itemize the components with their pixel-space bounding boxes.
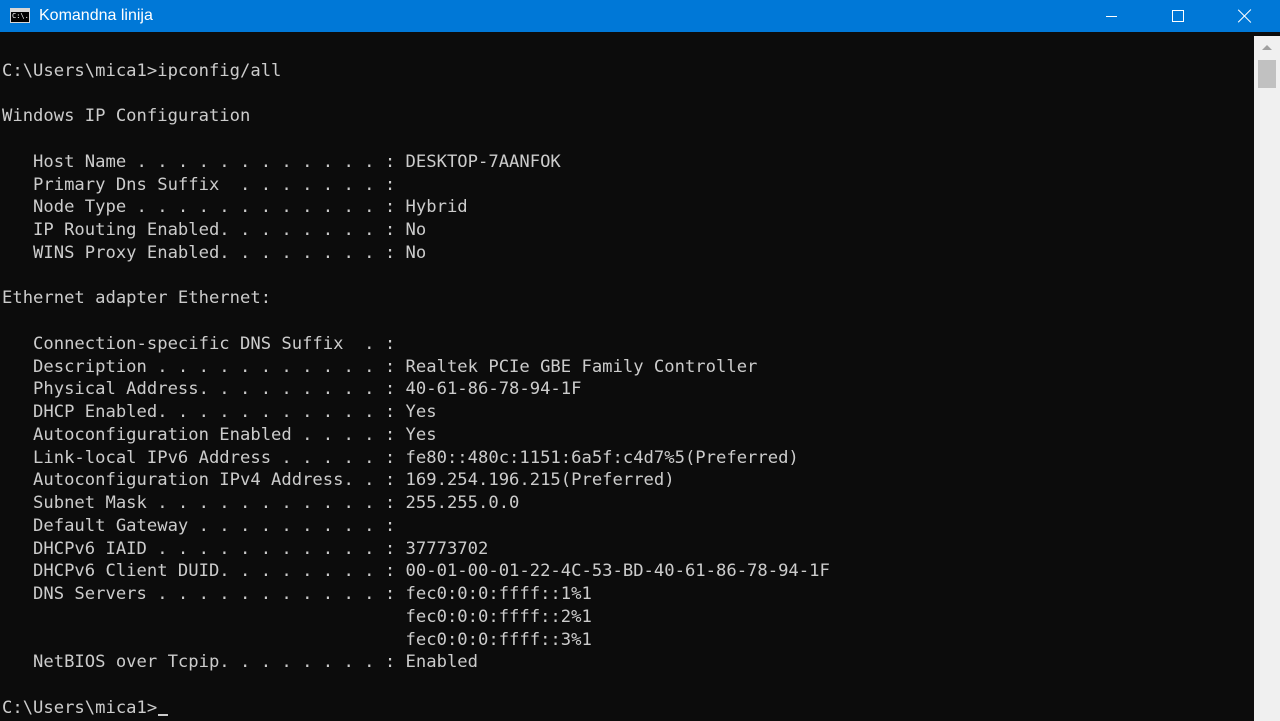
cmd-icon[interactable]: C:\. [10,8,30,23]
console-line: Description . . . . . . . . . . . : Real… [2,356,758,377]
console-line: Physical Address. . . . . . . . . : 40-6… [2,379,582,400]
console-line: Autoconfiguration IPv4 Address. . : 169.… [2,470,675,491]
maximize-button[interactable] [1155,0,1201,32]
console-line: Ethernet adapter Ethernet: [2,288,272,309]
maximize-icon [1172,10,1184,22]
title-bar[interactable]: C:\. Komandna linija [0,0,1280,32]
scrollbar-thumb[interactable] [1258,60,1276,88]
prompt-line: C:\Users\mica1> [2,697,169,719]
console-line: WINS Proxy Enabled. . . . . . . . : No [2,242,427,263]
text-cursor [158,713,169,716]
console-line: DHCPv6 IAID . . . . . . . . . . . : 3777… [2,538,489,559]
close-button[interactable] [1222,0,1268,32]
console-line: fec0:0:0:ffff::3%1 [2,629,592,650]
scroll-up-arrow-icon[interactable] [1254,36,1280,60]
console-line: DHCPv6 Client DUID. . . . . . . . : 00-0… [2,561,830,582]
console-line: Default Gateway . . . . . . . . . : [2,515,396,536]
console-line: NetBIOS over Tcpip. . . . . . . . : Enab… [2,652,478,673]
close-icon [1238,9,1252,23]
console-line: C:\Users\mica1>ipconfig/all [2,60,282,81]
vertical-scrollbar[interactable] [1254,36,1280,721]
console-line: DHCP Enabled. . . . . . . . . . . : Yes [2,402,437,422]
console-line: Subnet Mask . . . . . . . . . . . : 255.… [2,493,520,513]
console-output[interactable]: C:\Users\mica1>ipconfig/all Windows IP Co… [0,36,1254,721]
console-line: IP Routing Enabled. . . . . . . . : No [2,220,427,240]
command-prompt-window: C:\. Komandna linija C:\Users\mica1>ipco… [0,0,1280,721]
console-line: Host Name . . . . . . . . . . . . : DESK… [2,151,561,172]
minimize-icon [1105,15,1117,17]
console-line: Connection-specific DNS Suffix . : [2,333,396,354]
console-line: Primary Dns Suffix . . . . . . . : [2,174,396,195]
console-line: DNS Servers . . . . . . . . . . . : fec0… [2,584,592,604]
console-line: Node Type . . . . . . . . . . . . : Hybr… [2,197,468,218]
minimize-button[interactable] [1088,0,1134,32]
console-line: Windows IP Configuration [2,106,251,127]
console-line: fec0:0:0:ffff::2%1 [2,606,592,627]
window-title: Komandna linija [39,7,153,24]
console-line: Autoconfiguration Enabled . . . . : Yes [2,424,437,445]
console-line: Link-local IPv6 Address . . . . . : fe80… [2,447,799,468]
